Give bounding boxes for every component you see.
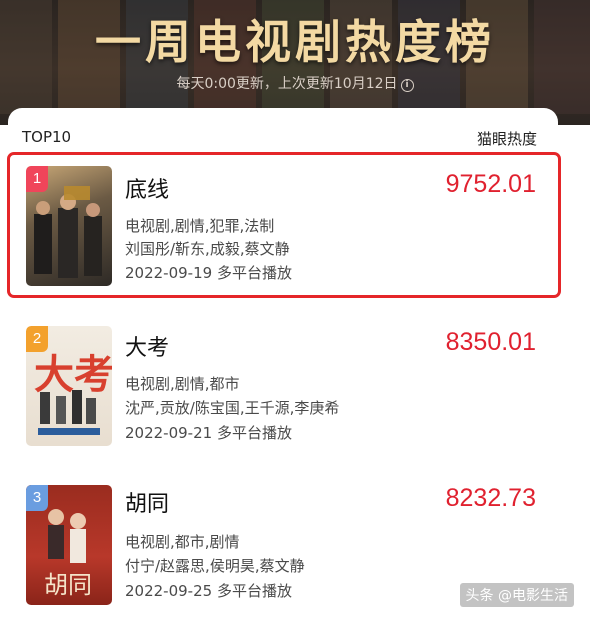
metric-label: 猫眼热度 — [476, 130, 537, 148]
watermark: 头条 @电影生活 — [459, 583, 574, 607]
genres: 电视剧,都市,剧情 — [125, 533, 240, 551]
poster-thumbnail[interactable]: 大考 2 — [26, 326, 112, 446]
header-banner: 一周电视剧热度榜 每天0:00更新，上次更新10月12日 i — [0, 0, 590, 125]
list-label: TOP10 — [22, 128, 72, 146]
rank-badge: 3 — [26, 485, 48, 511]
rank-badge: 2 — [26, 326, 48, 352]
release-info: 2022-09-21 多平台播放 — [125, 424, 292, 442]
page-title: 一周电视剧热度榜 — [95, 15, 495, 69]
list-item[interactable]: 大考 2 大考 8350.01 电视剧,剧情,都市 沈严,贡放/陈宝国,王千源,… — [0, 318, 590, 458]
drama-title[interactable]: 大考 — [125, 330, 169, 362]
update-info: 每天0:00更新，上次更新10月12日 i — [0, 73, 590, 93]
info-icon[interactable]: i — [400, 79, 414, 92]
cast: 沈严,贡放/陈宝国,王千源,李庚希 — [125, 399, 340, 417]
heat-score: 8232.73 — [445, 484, 536, 512]
highlight-box — [7, 152, 561, 298]
genres: 电视剧,剧情,都市 — [125, 375, 240, 393]
poster-thumbnail[interactable]: 胡同 3 — [26, 485, 112, 605]
drama-title[interactable]: 胡同 — [125, 486, 169, 518]
svg-text:胡同: 胡同 — [44, 571, 92, 599]
release-info: 2022-09-25 多平台播放 — [125, 582, 292, 600]
heat-score: 8350.01 — [445, 328, 536, 356]
update-text: 每天0:00更新，上次更新10月12日 — [176, 76, 398, 92]
cast: 付宁/赵露思,侯明昊,蔡文静 — [125, 557, 305, 575]
